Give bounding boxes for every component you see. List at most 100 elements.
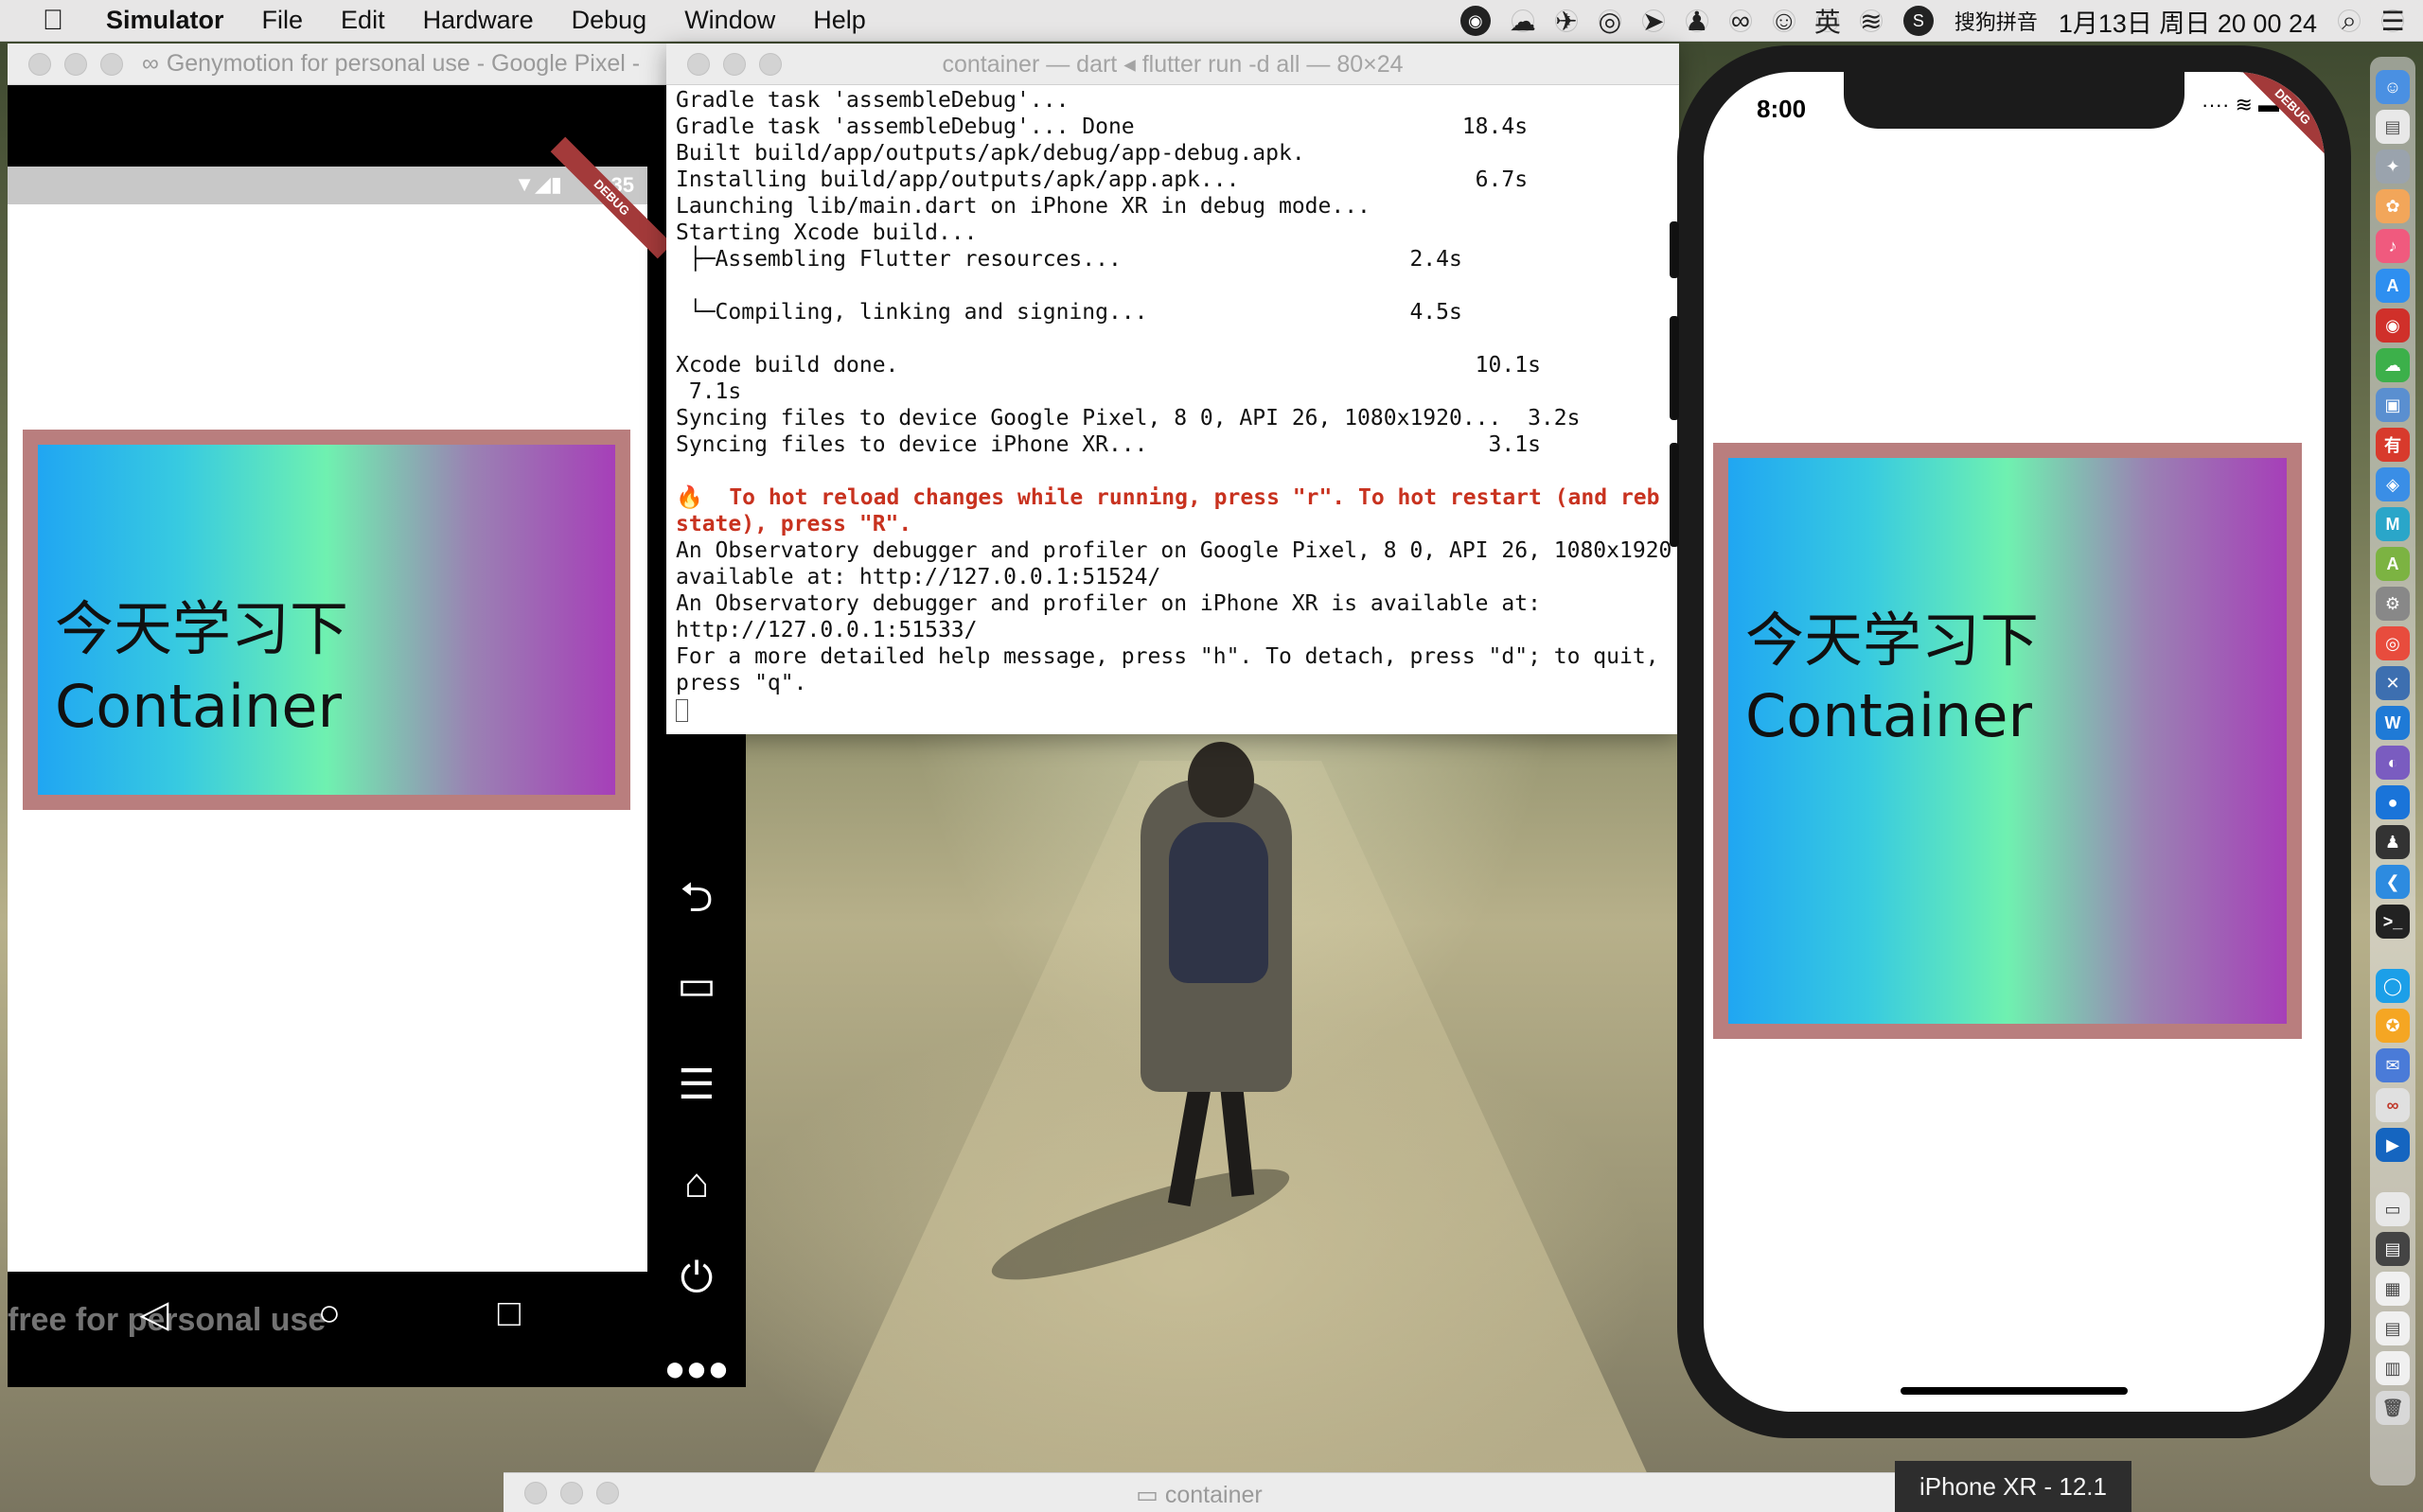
folder-icon[interactable]: ▭	[2376, 1192, 2410, 1226]
bird-icon[interactable]: ✈	[1554, 7, 1578, 36]
creative-cloud-icon[interactable]: ∞	[1728, 6, 1752, 35]
smiley-icon[interactable]: ☺	[1771, 6, 1798, 35]
volume-up-button[interactable]	[1670, 316, 1679, 420]
screenshot-icon[interactable]: ▤	[2376, 1232, 2410, 1266]
more-icon[interactable]: ●●●	[647, 1349, 746, 1390]
recents-icon[interactable]: □	[486, 1292, 533, 1335]
markdown-icon[interactable]: M	[2376, 507, 2410, 541]
menu-edit[interactable]: Edit	[341, 6, 385, 35]
flutter-container: 今天学习下 Container	[1713, 443, 2302, 1039]
input-mode-icon[interactable]: 英	[1814, 8, 1841, 37]
iphone-screen[interactable]: 8:00 ···· ≋ ▬ DEBUG 今天学习下 Container	[1704, 72, 2325, 1412]
zoom-button[interactable]	[100, 52, 123, 76]
photos-icon[interactable]: ✿	[2376, 189, 2410, 223]
webstorm-icon[interactable]: W	[2376, 706, 2410, 740]
preview-icon[interactable]: ▣	[2376, 388, 2410, 422]
wechat-dock-icon[interactable]: ☁	[2376, 348, 2410, 382]
volume-down-button[interactable]	[1670, 443, 1679, 547]
menu-file[interactable]: File	[262, 6, 304, 35]
file-icon[interactable]: ▥	[2376, 1351, 2410, 1385]
file-icon[interactable]: ▦	[2376, 1272, 2410, 1306]
power-icon[interactable]: ⏻	[647, 1255, 746, 1302]
close-button[interactable]	[28, 52, 51, 76]
file-icon[interactable]: ▤	[2376, 1311, 2410, 1345]
qq-icon[interactable]: ◎	[1599, 7, 1621, 36]
menu-help[interactable]: Help	[813, 6, 866, 35]
home-shape-icon[interactable]: ⌂	[647, 1160, 746, 1207]
status-time: 8:00	[1757, 95, 1807, 123]
netease-music-icon[interactable]: ◉	[2376, 308, 2410, 343]
input-method-label[interactable]: 搜狗拼音	[1954, 6, 2038, 36]
penguin-icon[interactable]: ♟	[1685, 7, 1708, 36]
system-preferences-icon[interactable]: ⚙	[2376, 587, 2410, 621]
terminal-line: Syncing files to device Google Pixel, 8 …	[676, 406, 1581, 431]
mute-switch[interactable]	[1670, 221, 1679, 278]
menu-window[interactable]: Window	[684, 6, 775, 35]
container-text-line1: 今天学习下	[1745, 606, 2040, 675]
android-screen[interactable]: ▼◢▮ 3:35 DEBUG 今天学习下 Container	[8, 136, 673, 1272]
app-store-icon[interactable]: A	[2376, 269, 2410, 303]
window-title: Genymotion for personal use - Google Pix…	[166, 50, 641, 77]
finder-window: ▭ container	[504, 1472, 1895, 1512]
wallpaper-figure-head	[1188, 742, 1254, 818]
back-arrow-icon[interactable]: ⮌	[647, 867, 746, 938]
genymotion-dock-icon[interactable]: ∞	[2376, 1088, 2410, 1122]
minimize-button[interactable]	[64, 52, 87, 76]
terminal-line: press "q".	[676, 671, 807, 695]
folder-icon: ▭	[1136, 1482, 1165, 1508]
status-app-icon[interactable]: ◉	[1459, 6, 1491, 36]
vscode-icon[interactable]: ❮	[2376, 865, 2410, 899]
window-title: ▭ container	[504, 1481, 1895, 1509]
mail-icon[interactable]: ✉	[2376, 1048, 2410, 1082]
genymotion-titlebar[interactable]: ∞ Genymotion for personal use - Google P…	[8, 44, 670, 85]
terminal-line: Gradle task 'assembleDebug'... Done 18.4…	[676, 114, 1529, 139]
gradient-area: 今天学习下 Container	[1728, 458, 2287, 1024]
terminal-icon[interactable]: >_	[2376, 905, 2410, 939]
signal-icon: ▼◢▮	[514, 172, 562, 196]
wifi-icon[interactable]: ≋	[1859, 7, 1883, 36]
search-icon[interactable]: ⌕	[2338, 6, 2361, 35]
cyberduck-icon[interactable]: ✪	[2376, 1009, 2410, 1043]
youdao-icon[interactable]: 有	[2376, 428, 2410, 462]
window-title: container — dart ◂ flutter run -d all — …	[942, 50, 1404, 78]
debug-banner: DEBUG	[2231, 72, 2325, 168]
launchpad-icon[interactable]: ✦	[2376, 149, 2410, 184]
home-indicator[interactable]	[1901, 1387, 2128, 1395]
xcode-icon[interactable]: ✕	[2376, 666, 2410, 700]
music-icon[interactable]: ♪	[2376, 229, 2410, 263]
terminal-line: An Observatory debugger and profiler on …	[676, 591, 1541, 616]
terminal-titlebar[interactable]: container — dart ◂ flutter run -d all — …	[666, 44, 1679, 85]
finder-title: container	[1164, 1482, 1263, 1508]
qq-dock-icon[interactable]: ♟	[2376, 825, 2410, 859]
menu-icon[interactable]: ☰	[647, 1061, 746, 1109]
notification-center-icon[interactable]: ☰	[2380, 7, 2404, 36]
terminal-line: 7.1s	[676, 379, 742, 404]
safari-icon[interactable]: ◈	[2376, 467, 2410, 501]
terminal-line: Launching lib/main.dart on iPhone XR in …	[676, 194, 1371, 219]
wechat-icon[interactable]: ☁	[1510, 7, 1536, 36]
send-icon[interactable]: ➤	[1641, 7, 1665, 36]
menu-debug[interactable]: Debug	[572, 6, 647, 35]
finder-icon[interactable]: ☺	[2376, 70, 2410, 104]
browser-icon[interactable]: ◯	[2376, 969, 2410, 1003]
menu-hardware[interactable]: Hardware	[423, 6, 534, 35]
sogou-icon[interactable]: S	[1902, 6, 1934, 36]
quicktime-icon[interactable]: ▶	[2376, 1128, 2410, 1162]
android-studio-icon[interactable]: A	[2376, 547, 2410, 581]
wallpaper-backpack	[1169, 822, 1268, 983]
apple-menu-icon[interactable]: 	[27, 5, 80, 37]
app-menu-simulator[interactable]: Simulator	[106, 6, 224, 35]
trash-icon[interactable]: 🗑	[2376, 1391, 2410, 1425]
terminal-output[interactable]: Gradle task 'assembleDebug'... Gradle tas…	[676, 87, 1679, 734]
terminal-line: An Observatory debugger and profiler on …	[676, 538, 1672, 563]
recent-apps-icon[interactable]: ▭	[647, 961, 746, 1010]
notch	[1844, 72, 2184, 129]
document-icon[interactable]: ▤	[2376, 110, 2410, 144]
menu-bar-clock[interactable]: 1月13日 周日 20 00 24	[2059, 3, 2317, 40]
chrome-icon[interactable]: ◎	[2376, 626, 2410, 660]
github-icon[interactable]: ◐	[2376, 746, 2410, 780]
terminal-line: └─Compiling, linking and signing... 4.5s	[676, 300, 1462, 325]
maps-icon[interactable]: ●	[2376, 785, 2410, 819]
